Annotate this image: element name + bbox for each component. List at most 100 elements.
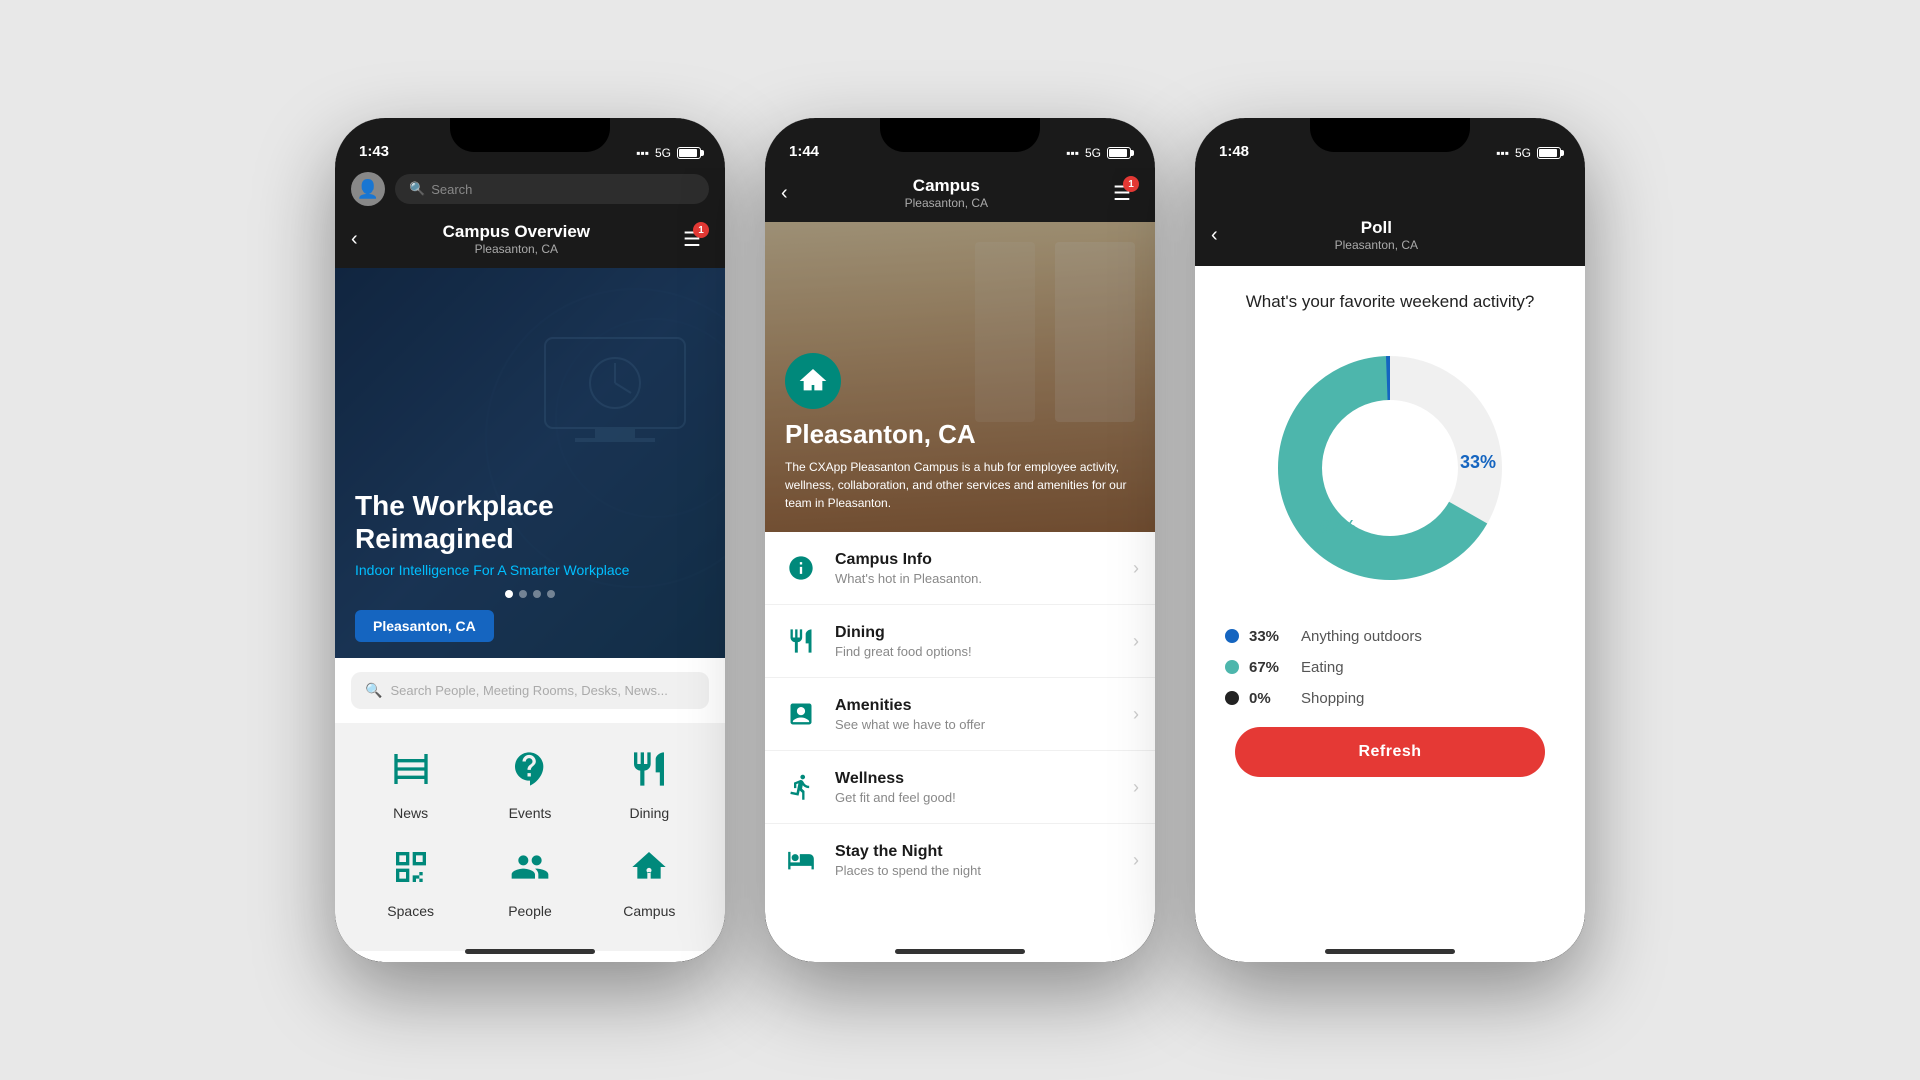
search-bar-1[interactable]: 🔍 Search People, Meeting Rooms, Desks, N… [351, 672, 709, 709]
donut-center [1330, 408, 1450, 528]
grid-item-people[interactable]: People [480, 837, 580, 919]
search-bar-placeholder: Search People, Meeting Rooms, Desks, New… [390, 683, 667, 698]
hero-content-1: The Workplace Reimagined Indoor Intellig… [355, 489, 705, 578]
campus-info-icon [781, 548, 821, 588]
search-pill-label: Search [431, 182, 472, 197]
poll-content: What's your favorite weekend activity? [1195, 266, 1585, 801]
legend-label-eating: Eating [1301, 659, 1344, 676]
phone-2: 1:44 ▪▪▪ 5G ‹ Campus Pleasanton, CA 1 ☰ [765, 118, 1155, 962]
campus-icon [619, 837, 679, 897]
stay-sub: Places to spend the night [835, 863, 1133, 878]
menu-btn-1[interactable]: 1 ☰ [675, 222, 709, 256]
dining-title: Dining [835, 624, 1133, 642]
dot-2 [519, 590, 527, 598]
campus-circle-icon [785, 353, 841, 409]
refresh-button[interactable]: Refresh [1235, 727, 1545, 777]
status-time-2: 1:44 [789, 143, 819, 160]
grid-label-dining: Dining [629, 805, 669, 821]
menu-item-stay[interactable]: Stay the Night Places to spend the night… [765, 824, 1155, 896]
grid-row-1: News Events Dining [351, 739, 709, 821]
search-top-bar: 👤 🔍 Search [335, 168, 725, 214]
grid-item-events[interactable]: Events [480, 739, 580, 821]
campus-info-title: Campus Info [835, 551, 1133, 569]
menu-item-campus-info[interactable]: Campus Info What's hot in Pleasanton. › [765, 532, 1155, 605]
legend-dot-shopping [1225, 691, 1239, 705]
avatar-1[interactable]: 👤 [351, 172, 385, 206]
menu-item-wellness[interactable]: Wellness Get fit and feel good! › [765, 751, 1155, 824]
grid-section-1: News Events Dining [335, 723, 725, 951]
network-type-1: 5G [655, 146, 671, 160]
events-icon [500, 739, 560, 799]
grid-item-campus[interactable]: Campus [599, 837, 699, 919]
dining-text: Dining Find great food options! [835, 624, 1133, 659]
signal-icon-1: ▪▪▪ [636, 146, 649, 160]
wellness-text: Wellness Get fit and feel good! [835, 770, 1133, 805]
poll-subtitle-text: Pleasanton, CA [1335, 238, 1418, 252]
campus-info-sub: What's hot in Pleasanton. [835, 571, 1133, 586]
back-btn-3[interactable]: ‹ [1211, 224, 1218, 247]
dining-menu-icon [781, 621, 821, 661]
status-icons-3: ▪▪▪ 5G [1496, 146, 1561, 160]
chevron-stay: › [1133, 850, 1139, 871]
dining-sub: Find great food options! [835, 644, 1133, 659]
notification-dot-2: 1 [1123, 176, 1139, 192]
poll-legend: 33% Anything outdoors 67% Eating 0% Shop… [1215, 628, 1565, 707]
nav-title-1: Campus Overview Pleasanton, CA [443, 222, 590, 256]
poll-title-text: Poll [1335, 218, 1418, 238]
grid-item-dining[interactable]: Dining [599, 739, 699, 821]
location-badge-1[interactable]: Pleasanton, CA [355, 610, 494, 642]
grid-label-events: Events [509, 805, 552, 821]
hero-section-1: The Workplace Reimagined Indoor Intellig… [335, 268, 725, 658]
hero-overlay-1 [335, 268, 725, 658]
dots-indicator-1 [505, 590, 555, 598]
back-btn-2[interactable]: ‹ [781, 182, 788, 205]
home-indicator-3 [1325, 949, 1455, 954]
notification-dot-1: 1 [693, 222, 709, 238]
dot-4 [547, 590, 555, 598]
poll-question: What's your favorite weekend activity? [1215, 290, 1565, 314]
chart-label-67: 67% [1320, 517, 1356, 537]
nav-header-2: ‹ Campus Pleasanton, CA 1 ☰ [765, 168, 1155, 222]
search-section-1: 🔍 Search People, Meeting Rooms, Desks, N… [335, 658, 725, 723]
dining-icon [619, 739, 679, 799]
poll-nav-title: Poll Pleasanton, CA [1335, 218, 1418, 252]
nav-header-1: ‹ Campus Overview Pleasanton, CA 1 ☰ [335, 214, 725, 268]
menu-item-amenities[interactable]: Amenities See what we have to offer › [765, 678, 1155, 751]
back-btn-1[interactable]: ‹ [351, 228, 358, 251]
wellness-title: Wellness [835, 770, 1133, 788]
donut-svg: 33% 67% [1260, 338, 1520, 598]
legend-item-outdoor: 33% Anything outdoors [1225, 628, 1555, 645]
search-pill-1[interactable]: 🔍 Search [395, 174, 709, 204]
grid-item-spaces[interactable]: Spaces [361, 837, 461, 919]
amenities-text: Amenities See what we have to offer [835, 697, 1133, 732]
status-time-1: 1:43 [359, 143, 389, 160]
chart-label-33: 33% [1460, 452, 1496, 472]
grid-label-people: People [508, 903, 552, 919]
grid-label-campus: Campus [623, 903, 675, 919]
legend-pct-shopping: 0% [1249, 690, 1291, 707]
legend-pct-eating: 67% [1249, 659, 1291, 676]
search-bar-icon: 🔍 [365, 682, 382, 699]
nav-title-2: Campus Pleasanton, CA [905, 176, 988, 210]
amenities-sub: See what we have to offer [835, 717, 1133, 732]
nav-subtitle-1: Pleasanton, CA [443, 242, 590, 256]
signal-icon-3: ▪▪▪ [1496, 146, 1509, 160]
hero-title-1: The Workplace Reimagined [355, 489, 705, 556]
nav-title-text-1: Campus Overview [443, 222, 590, 242]
status-time-3: 1:48 [1219, 143, 1249, 160]
stay-icon [781, 840, 821, 880]
menu-item-dining[interactable]: Dining Find great food options! › [765, 605, 1155, 678]
home-indicator-2 [895, 949, 1025, 954]
grid-item-news[interactable]: News [361, 739, 461, 821]
battery-icon-1 [677, 147, 701, 159]
grid-row-2: Spaces People Campus [351, 837, 709, 919]
menu-btn-2[interactable]: 1 ☰ [1105, 176, 1139, 210]
legend-dot-outdoor [1225, 629, 1239, 643]
notch-2 [880, 118, 1040, 152]
stay-text: Stay the Night Places to spend the night [835, 843, 1133, 878]
nav-subtitle-2: Pleasanton, CA [905, 196, 988, 210]
phone-1: 1:43 ▪▪▪ 5G 👤 🔍 Search ‹ Campus [335, 118, 725, 962]
wellness-sub: Get fit and feel good! [835, 790, 1133, 805]
campus-hero: Pleasanton, CA The CXApp Pleasanton Camp… [765, 222, 1155, 532]
legend-label-outdoor: Anything outdoors [1301, 628, 1422, 645]
